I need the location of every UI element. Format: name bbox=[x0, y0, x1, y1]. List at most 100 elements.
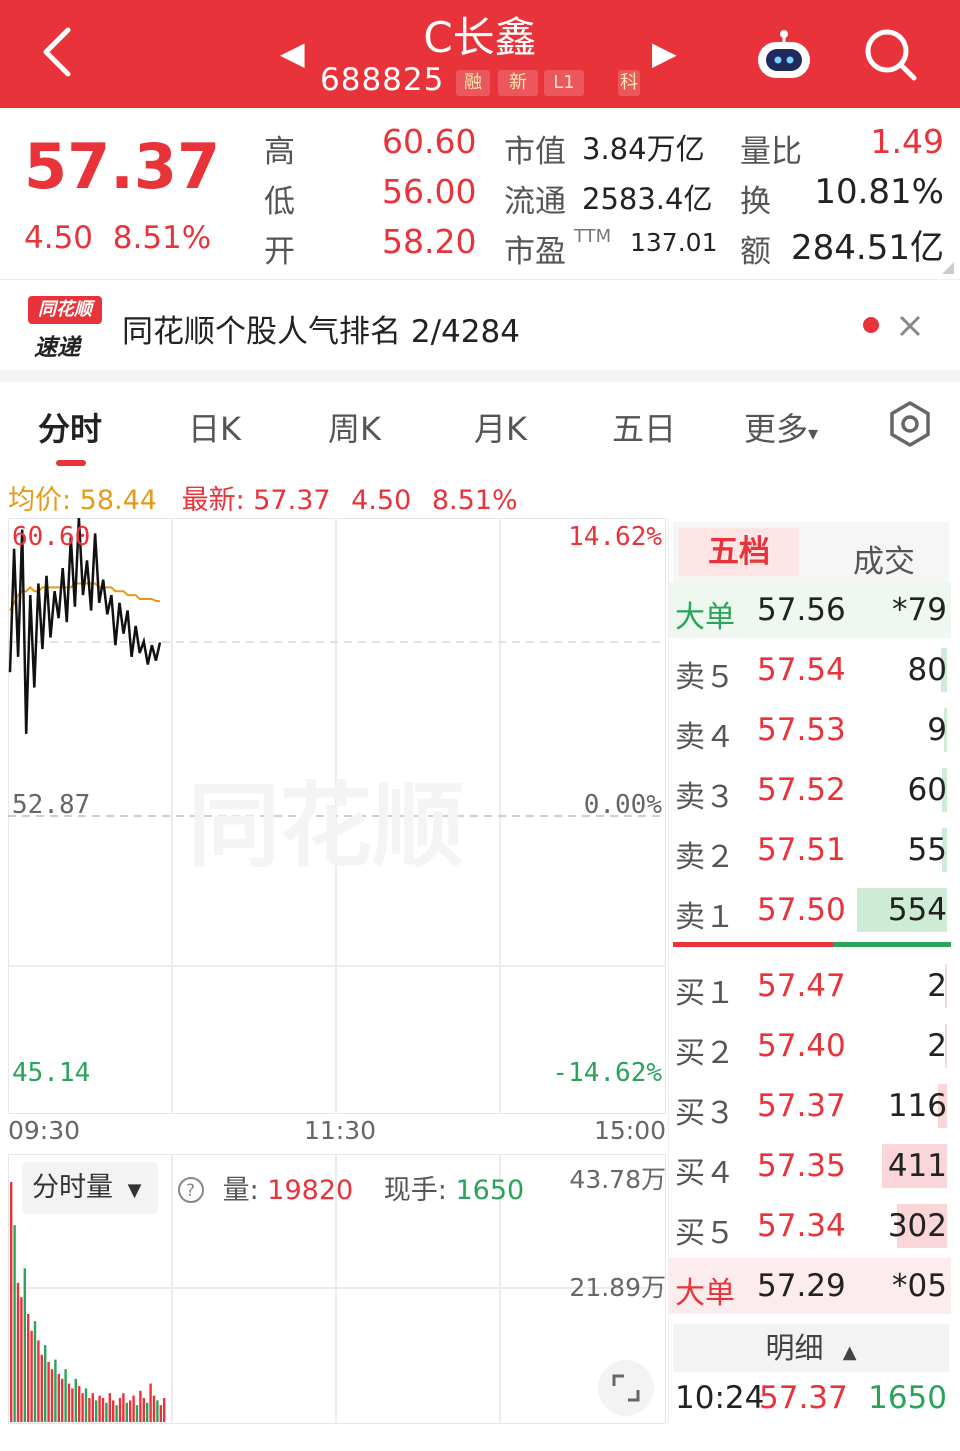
stock-title: C长鑫 bbox=[423, 13, 537, 62]
volume-bar bbox=[105, 1402, 108, 1422]
volume-bar bbox=[20, 1297, 23, 1422]
volume-bar bbox=[37, 1340, 40, 1422]
bid-level-row: 买５ 57.34 302 bbox=[669, 1198, 951, 1254]
order-book: 五档 成交 大单 57.56 *79 卖５ 57.54 80 卖４ 57.53 9 卖３ 57… bbox=[668, 518, 951, 1424]
volume-bar bbox=[122, 1393, 125, 1422]
volume-bar bbox=[44, 1345, 47, 1422]
close-icon[interactable] bbox=[898, 314, 922, 338]
bid-level-label: 买４ bbox=[675, 1156, 735, 1191]
y-left-top: 60.60 bbox=[12, 522, 91, 552]
section-separator bbox=[0, 370, 960, 382]
order-book-tabs: 五档 成交 bbox=[673, 522, 949, 582]
tab-monthly-k[interactable]: 月K bbox=[474, 404, 527, 450]
volume-bar bbox=[135, 1405, 139, 1422]
ask-level-row: 卖４ 57.53 9 bbox=[669, 702, 951, 758]
bid-level-price: 57.34 bbox=[757, 1208, 846, 1244]
hand-label: 现手: bbox=[383, 1175, 456, 1206]
volume-bar bbox=[95, 1400, 98, 1422]
tag-star-market: 科 bbox=[618, 70, 640, 96]
detail-toggle[interactable]: 明细 ▲ bbox=[673, 1324, 949, 1372]
active-tab-indicator bbox=[56, 460, 86, 466]
popularity-rank-text: 同花顺个股人气排名 2/4284 bbox=[122, 314, 520, 350]
tab-more[interactable]: 更多▾ bbox=[744, 404, 818, 450]
tab-five-levels[interactable]: 五档 bbox=[679, 528, 799, 576]
tick-price: 57.37 bbox=[759, 1380, 848, 1416]
help-icon[interactable]: ? bbox=[176, 1175, 206, 1205]
volume-bar bbox=[33, 1321, 37, 1422]
high-value: 60.60 bbox=[382, 122, 477, 161]
y-left-bottom: 45.14 bbox=[12, 1058, 91, 1088]
svg-text:?: ? bbox=[186, 1181, 195, 1201]
tab-trades[interactable]: 成交 bbox=[853, 536, 915, 581]
change-percent: 8.51% bbox=[112, 220, 212, 256]
tab-five-day[interactable]: 五日 bbox=[612, 404, 676, 450]
bid-level-label: 买３ bbox=[675, 1096, 735, 1131]
y-left-mid: 52.87 bbox=[12, 790, 91, 820]
tab-more-label: 更多 bbox=[744, 410, 809, 448]
y-right-mid: 0.00% bbox=[583, 790, 662, 820]
volume-scale-top: 43.78万 bbox=[569, 1165, 666, 1194]
tag-new: 新 bbox=[498, 70, 538, 96]
detail-label: 明细 bbox=[765, 1331, 824, 1365]
intraday-chart[interactable]: 同花顺 60.60 52.87 45.14 14.62% 0.00% -14.6… bbox=[7, 517, 667, 1115]
tab-daily-k[interactable]: 日K bbox=[188, 404, 241, 450]
bid-level-price: 57.35 bbox=[757, 1148, 846, 1184]
amount-label: 额 bbox=[740, 234, 771, 270]
float-label: 流通 bbox=[504, 184, 566, 220]
average-price: 均价: 58.44 bbox=[8, 485, 157, 516]
bid-level-price: 57.37 bbox=[757, 1088, 846, 1124]
ask-level-price: 57.53 bbox=[757, 712, 846, 748]
volume-bar bbox=[57, 1374, 60, 1422]
search-icon[interactable] bbox=[860, 26, 920, 82]
tab-weekly-k[interactable]: 周K bbox=[328, 404, 381, 450]
fullscreen-button[interactable] bbox=[598, 1360, 654, 1416]
high-label: 高 bbox=[264, 134, 295, 170]
y-right-top: 14.62% bbox=[568, 522, 662, 552]
mktcap-label: 市值 bbox=[504, 134, 566, 170]
ths-express-logo: 同花顺 速递 bbox=[28, 296, 102, 361]
volume-bar bbox=[142, 1398, 145, 1422]
bid-level-price: 57.47 bbox=[757, 968, 846, 1004]
volume-scale-mid: 21.89万 bbox=[569, 1273, 666, 1302]
bid-level-qty: 116 bbox=[887, 1088, 947, 1124]
intraday-chart-svg: 同花顺 bbox=[7, 517, 667, 1115]
ask-level-row: 卖２ 57.51 55 bbox=[669, 822, 951, 878]
volume-bar bbox=[152, 1395, 156, 1422]
time-axis: 09:30 11:30 15:00 bbox=[8, 1116, 666, 1150]
tab-intraday[interactable]: 分时 bbox=[38, 404, 102, 450]
volume-bar bbox=[132, 1395, 135, 1422]
popularity-banner[interactable]: 同花顺 速递 同花顺个股人气排名 2/4284 bbox=[0, 282, 960, 370]
intraday-price-info: 均价: 58.44 最新: 57.37 4.50 8.51% bbox=[8, 478, 518, 517]
bid-level-row: 买４ 57.35 411 bbox=[669, 1138, 951, 1194]
ask-level-label: 卖１ bbox=[675, 900, 735, 935]
pe-value: 137.01 bbox=[630, 228, 718, 257]
expand-corner-icon[interactable] bbox=[942, 262, 954, 274]
big-buy-order: 大单 57.29 *05 bbox=[669, 1258, 951, 1314]
ask-level-price: 57.54 bbox=[757, 652, 846, 688]
next-stock-icon[interactable]: ▶ bbox=[652, 34, 677, 72]
volume-bar bbox=[146, 1402, 149, 1422]
back-icon[interactable] bbox=[34, 22, 82, 82]
pe-label: 市盈 bbox=[504, 234, 566, 270]
volume-bar bbox=[159, 1405, 162, 1422]
hand-value: 1650 bbox=[455, 1175, 525, 1206]
volume-indicator-select[interactable]: 分时量 ▼ bbox=[22, 1162, 158, 1214]
time-tick-close: 15:00 bbox=[593, 1116, 666, 1145]
big-buy-qty: *05 bbox=[892, 1268, 947, 1304]
ask-level-qty: 9 bbox=[927, 712, 947, 748]
price-change: 4.50 8.51% bbox=[24, 220, 211, 256]
time-tick-noon: 11:30 bbox=[304, 1116, 377, 1145]
volume-bar bbox=[118, 1398, 122, 1422]
volume-bar bbox=[81, 1393, 84, 1422]
app-header: ◀ C长鑫 688825 融 新 L1 科 ▶ bbox=[0, 0, 960, 108]
prev-stock-icon[interactable]: ◀ bbox=[280, 34, 305, 72]
robot-assistant-icon[interactable] bbox=[752, 28, 816, 82]
latest-change: 4.50 bbox=[351, 485, 412, 516]
open-value: 58.20 bbox=[382, 222, 477, 261]
volume-bar bbox=[67, 1383, 71, 1422]
volume-bar bbox=[91, 1393, 94, 1422]
y-right-bottom: -14.62% bbox=[552, 1058, 662, 1088]
bid-level-row: 买３ 57.37 116 bbox=[669, 1078, 951, 1134]
settings-icon[interactable] bbox=[886, 400, 934, 448]
volume-ratio-label: 量比 bbox=[740, 134, 802, 170]
